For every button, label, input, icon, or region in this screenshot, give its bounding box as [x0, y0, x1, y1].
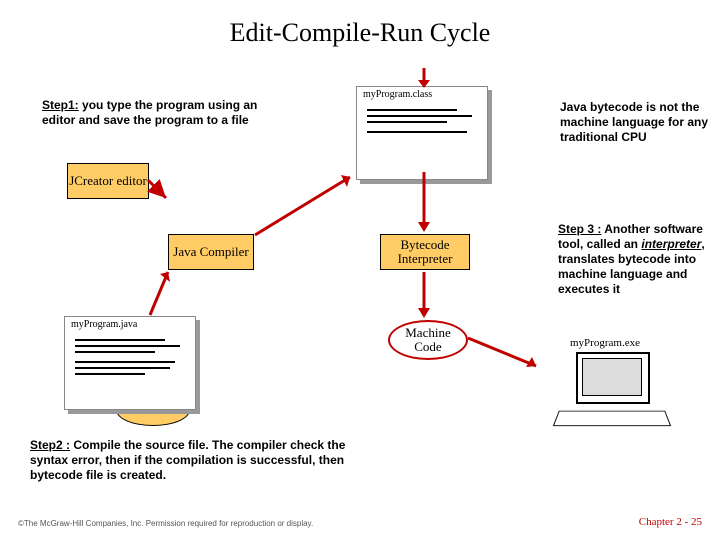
page-title: Edit-Compile-Run Cycle	[0, 18, 720, 48]
footer-copyright: ©The McGraw-Hill Companies, Inc. Permiss…	[18, 519, 313, 528]
step2-body: Compile the source file. The compiler ch…	[30, 438, 345, 482]
arrow-interpreter-to-machine	[418, 272, 438, 320]
arrow-editor-to-compiler	[148, 180, 168, 200]
doc-class-title: myProgram.class	[363, 89, 432, 100]
step3-label: Step 3 :	[558, 222, 601, 236]
step2-text: Step2 : Compile the source file. The com…	[30, 438, 350, 483]
doc-java-title: myProgram.java	[71, 319, 137, 330]
arrow-compiler-to-class	[255, 175, 363, 245]
footer-page: Chapter 2 - 25	[639, 516, 702, 528]
doc-class-file: myProgram.class	[356, 86, 488, 180]
arrow-machine-to-computer	[468, 336, 546, 374]
oval-machine-code: Machine Code	[388, 320, 468, 360]
arrow-into-class	[418, 68, 438, 88]
note-bytecode: Java bytecode is not the machine languag…	[560, 100, 710, 145]
computer-icon	[548, 352, 678, 432]
box-jcreator: JCreator editor	[67, 163, 149, 199]
step1-text: Step1: you type the program using an edi…	[42, 98, 287, 128]
step3-interpreter-word: interpreter	[641, 237, 701, 251]
step2-label: Step2 :	[30, 438, 70, 452]
arrow-source-to-compiler	[150, 270, 180, 320]
doc-java-file: myProgram.java	[64, 316, 196, 410]
footer-chapter: Chapter 2 -	[639, 516, 691, 528]
arrow-bytecode-to-interpreter	[418, 172, 438, 234]
box-bytecode-interpreter: Bytecode Interpreter	[380, 234, 470, 270]
box-java-compiler: Java Compiler	[168, 234, 254, 270]
step1-label: Step1:	[42, 98, 79, 112]
footer-page-number: 25	[691, 516, 702, 528]
step3-text: Step 3 : Another software tool, called a…	[558, 222, 713, 297]
label-exe: myProgram.exe	[570, 337, 640, 349]
